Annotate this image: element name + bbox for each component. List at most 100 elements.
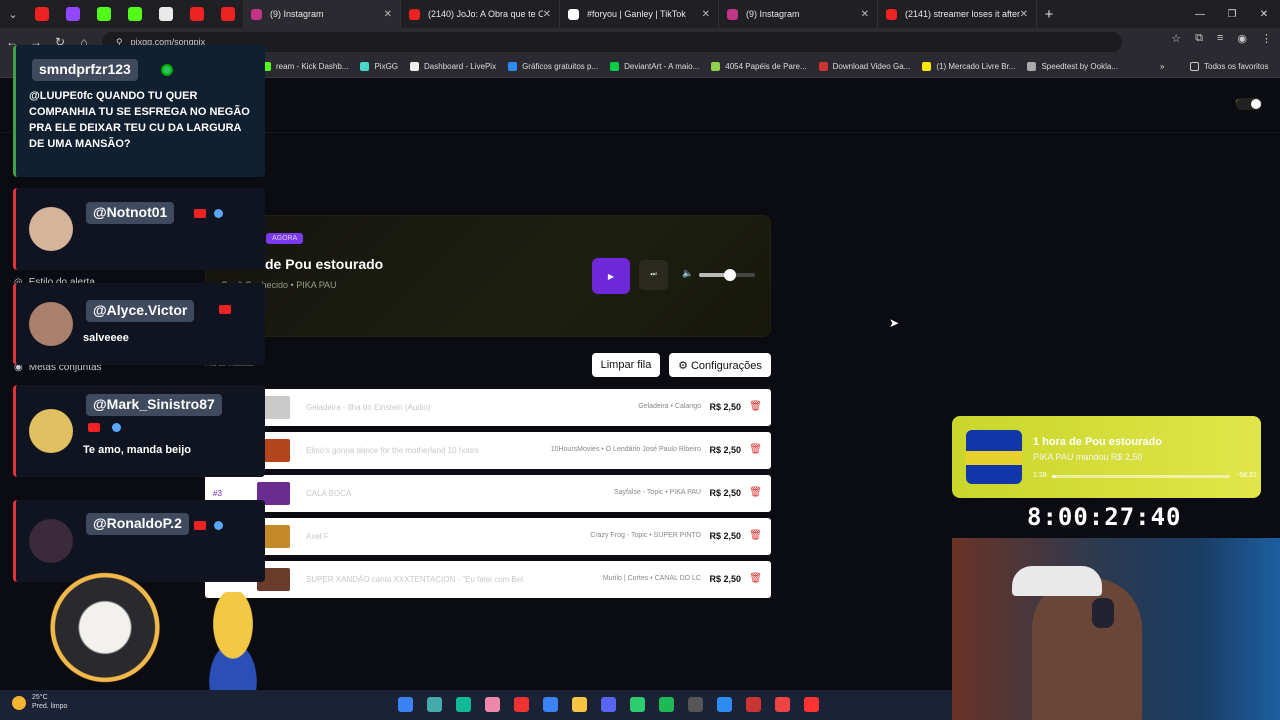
chat-text: Te amo, manda beijo [83,444,191,456]
pinned-tab[interactable] [181,0,212,28]
pinned-tab[interactable] [119,0,150,28]
profile-icon[interactable]: ◉ [1237,32,1247,45]
pinned-tab[interactable] [150,0,181,28]
folder-icon [1190,62,1199,71]
theme-toggle[interactable] [1236,98,1262,110]
media-icon[interactable]: ≡ [1217,32,1223,45]
taskbar-app-icon[interactable] [427,697,442,712]
bookmark-item[interactable]: Download Video Ga... [818,62,911,71]
more-bookmarks-icon[interactable]: » [1160,62,1164,71]
chat-username: @RonaldoP.2 [86,513,189,535]
pinned-tab[interactable] [212,0,243,28]
taskbar-app-icon[interactable] [775,697,790,712]
instagram-icon [251,8,262,20]
toggle-knob [1251,99,1261,109]
delete-icon[interactable]: 🗑 [749,487,762,498]
settings-button[interactable]: ⚙ Configurações [669,353,771,377]
site-icon [189,7,204,21]
clear-queue-button[interactable]: Limpar fila [592,353,660,377]
close-tab-icon[interactable]: ✕ [702,9,710,20]
bookmark-item[interactable]: ream - Kick Dashb... [262,62,348,71]
chat-message: @Notnot01 [13,188,265,270]
taskbar-app-icon[interactable] [659,697,674,712]
taskbar-app-icon[interactable] [398,697,413,712]
site-icon [409,8,420,20]
taskbar-app-icon[interactable] [746,697,761,712]
tab-title: (9) Instagram [746,9,800,19]
bookmark-item[interactable]: Dashboard - LivePix [410,62,496,71]
close-window-icon[interactable]: ✕ [1248,9,1280,20]
extensions-icon[interactable]: ⧉ [1195,32,1203,45]
taskbar-app-icon[interactable] [572,697,587,712]
site-icon [886,8,897,20]
bookmark-label: PixGG [374,62,399,71]
browser-tab[interactable]: (9) Instagram ✕ [719,0,878,28]
queue-row: Elmo's gonna dance for the motherland 10… [205,432,771,469]
tab-title: #foryou | Ganley | TikTok [587,9,686,19]
all-bookmarks[interactable]: Todos os favoritos [1190,62,1268,71]
taskbar-app-icon[interactable] [543,697,558,712]
taskbar-app-icon[interactable] [688,697,703,712]
chat-text: salveeee [83,332,129,344]
browser-tab[interactable]: (2140) JoJo: A Obra que te Obr ✕ [401,0,560,28]
tab-search-icon[interactable]: ⌄ [0,8,26,21]
bookmark-star-icon[interactable]: ☆ [1171,32,1181,45]
skip-button[interactable]: ⏭ [639,260,668,290]
weather-widget[interactable]: 25°C Pred. limpo [12,693,67,711]
bookmark-item[interactable]: (1) Mercado Livre Br... [922,62,1015,71]
delete-icon[interactable]: 🗑 [749,444,762,455]
browser-tab[interactable]: #foryou | Ganley | TikTok ✕ [560,0,719,28]
queue-song-artist: Crazy Frog - Topic • SUPER PINTO [590,532,701,539]
new-tab-button[interactable]: + [1037,6,1061,23]
delete-icon[interactable]: 🗑 [749,401,762,412]
taskbar-app-icon[interactable] [456,697,471,712]
close-tab-icon[interactable]: ✕ [861,9,869,20]
bookmark-label: DeviantArt - A maio... [624,62,700,71]
menu-icon[interactable]: ⋮ [1261,32,1272,45]
volume-slider[interactable] [699,269,755,281]
site-icon [96,7,111,21]
queue-number: #3 [213,489,222,498]
overlay-progress-fill [1052,475,1057,478]
volume-knob[interactable] [723,269,736,281]
close-tab-icon[interactable]: ✕ [1020,9,1028,20]
taskbar-app-icon[interactable] [717,697,732,712]
bookmark-item[interactable]: DeviantArt - A maio... [610,62,699,71]
queue-row: #4Axel FCrazy Frog - Topic • SUPER PINTO… [205,518,771,555]
minimize-icon[interactable]: — [1184,9,1216,20]
queue-song-price: R$ 2,50 [709,445,741,455]
restore-icon[interactable]: ❐ [1216,9,1248,20]
browser-tab[interactable]: (2141) streamer loses it after be✕ [878,0,1037,28]
close-tab-icon[interactable]: ✕ [543,9,551,20]
tab-instagram-active[interactable]: (9) Instagram ✕ [243,0,401,28]
bookmark-item[interactable]: Gráficos gratuitos p... [508,62,598,71]
bookmark-item[interactable]: 4054 Papéis de Pare... [711,62,807,71]
pinned-tab[interactable] [88,0,119,28]
close-tab-icon[interactable]: ✕ [384,9,392,20]
user-avatar [29,302,73,346]
pinned-tabs [26,0,243,28]
site-icon [158,7,173,21]
volume-icon[interactable]: 🔈 [682,268,693,279]
taskbar-app-icon[interactable] [485,697,500,712]
browser-tab-strip: ⌄ (9) Instagram ✕ (2140) JoJo: A Obra qu… [0,0,1280,28]
delete-icon[interactable]: 🗑 [749,573,762,584]
bookmark-icon [410,62,420,71]
user-avatar [29,519,73,563]
member-icon [214,521,223,530]
taskbar-app-icon[interactable] [804,697,819,712]
site-icon [568,8,579,20]
youtube-icon [194,209,206,218]
pinned-tab[interactable] [26,0,57,28]
pinned-tab[interactable] [57,0,88,28]
play-button[interactable]: ▶ [592,258,630,294]
now-badge: AGORA [266,233,304,244]
bookmark-item[interactable]: PixGG [360,62,398,71]
taskbar-app-icon[interactable] [630,697,645,712]
taskbar-app-icon[interactable] [601,697,616,712]
bookmark-label: Download Video Ga... [832,62,911,71]
delete-icon[interactable]: 🗑 [749,530,762,541]
taskbar-app-icon[interactable] [514,697,529,712]
bookmark-label: Gráficos gratuitos p... [522,62,599,71]
bookmark-item[interactable]: Speedtest by Ookla... [1027,62,1118,71]
